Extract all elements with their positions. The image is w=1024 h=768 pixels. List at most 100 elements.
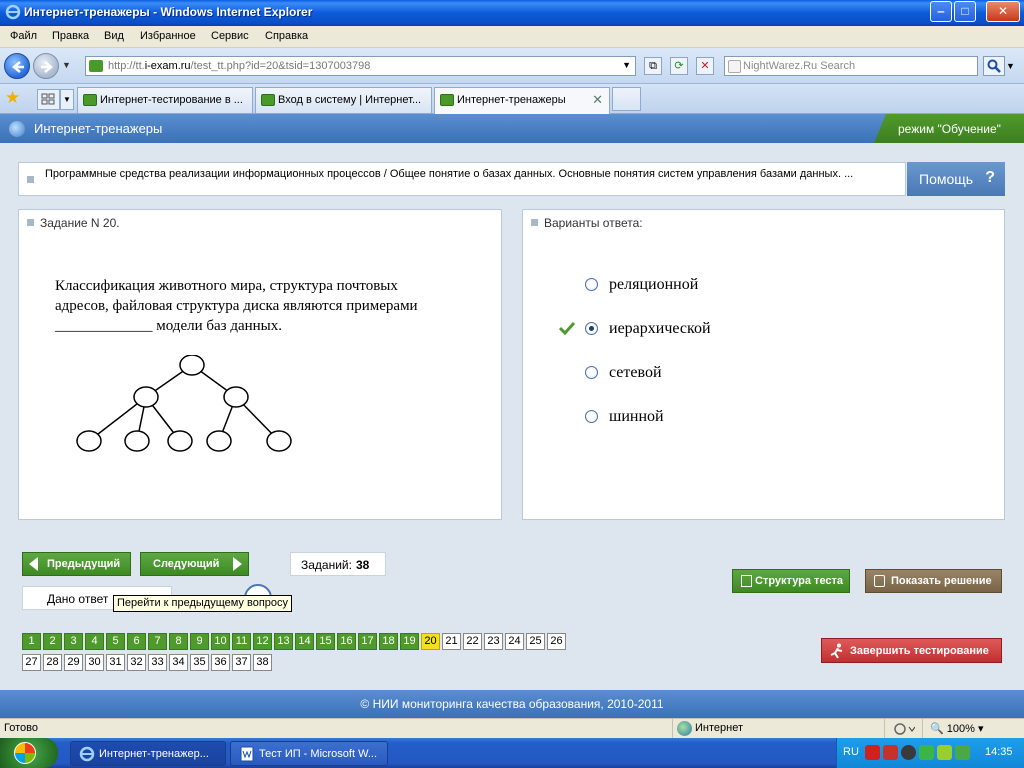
search-input[interactable]: NightWarez.Ru Search	[724, 56, 978, 76]
question-number-6[interactable]: 6	[127, 633, 146, 650]
previous-button[interactable]: Предыдущий	[22, 552, 131, 576]
question-number-30[interactable]: 30	[85, 654, 104, 671]
security-zone[interactable]: Интернет	[672, 719, 882, 739]
menu-view[interactable]: Вид	[104, 30, 124, 42]
question-number-26[interactable]: 26	[547, 633, 566, 650]
radio-button[interactable]	[585, 410, 598, 423]
question-number-36[interactable]: 36	[211, 654, 230, 671]
question-number-32[interactable]: 32	[127, 654, 146, 671]
question-number-5[interactable]: 5	[106, 633, 125, 650]
tab-internet-trainers[interactable]: Интернет-тренажеры ✕	[434, 87, 610, 114]
question-number-27[interactable]: 27	[22, 654, 41, 671]
tab-label: Интернет-тестирование в ...	[100, 94, 243, 106]
question-number-15[interactable]: 15	[316, 633, 335, 650]
question-number-38[interactable]: 38	[253, 654, 272, 671]
close-tab-icon[interactable]: ✕	[592, 92, 603, 108]
close-window-button[interactable]: ✕	[986, 1, 1020, 22]
question-number-4[interactable]: 4	[85, 633, 104, 650]
antivirus-icon[interactable]	[865, 745, 880, 760]
question-number-37[interactable]: 37	[232, 654, 251, 671]
question-number-19[interactable]: 19	[400, 633, 419, 650]
tab-label: Вход в систему | Интернет...	[278, 94, 422, 106]
forward-button[interactable]	[33, 53, 59, 79]
network-icon[interactable]	[955, 745, 970, 760]
next-button[interactable]: Следующий	[140, 552, 249, 576]
favorites-star-icon[interactable]: ★	[5, 88, 20, 108]
show-solution-button[interactable]: Показать решение	[865, 569, 1002, 593]
question-number-25[interactable]: 25	[526, 633, 545, 650]
question-number-3[interactable]: 3	[64, 633, 83, 650]
question-number-21[interactable]: 21	[442, 633, 461, 650]
question-number-2[interactable]: 2	[43, 633, 62, 650]
security-app-icon[interactable]	[883, 745, 898, 760]
tooltip: Перейти к предыдущему вопросу	[113, 595, 293, 612]
finish-testing-button[interactable]: Завершить тестирование	[821, 638, 1002, 663]
divider	[884, 719, 885, 739]
sync-icon[interactable]	[937, 745, 952, 760]
menu-file[interactable]: Файл	[10, 30, 37, 42]
back-button[interactable]	[4, 53, 30, 79]
compatibility-view-icon[interactable]: ⧉	[644, 57, 662, 75]
page-content: Интернет-тренажеры режим "Обучение" Прог…	[0, 114, 1024, 718]
tab-internet-testing[interactable]: Интернет-тестирование в ...	[77, 87, 253, 113]
question-number-9[interactable]: 9	[190, 633, 209, 650]
question-number-22[interactable]: 22	[463, 633, 482, 650]
zoom-level[interactable]: 🔍 100% ▾	[930, 722, 983, 735]
test-structure-button[interactable]: Структура теста	[732, 569, 850, 593]
question-number-28[interactable]: 28	[43, 654, 62, 671]
status-bar: Готово Интернет 🔍 100% ▾	[0, 718, 1024, 739]
protected-mode-icon[interactable]	[893, 722, 915, 736]
taskbar-item-ie[interactable]: Интернет-тренажер...	[70, 741, 226, 766]
menu-tools[interactable]: Сервис	[211, 30, 249, 42]
question-number-18[interactable]: 18	[379, 633, 398, 650]
question-number-31[interactable]: 31	[106, 654, 125, 671]
answers-heading-text: Варианты ответа:	[544, 216, 643, 230]
question-number-16[interactable]: 16	[337, 633, 356, 650]
question-number-34[interactable]: 34	[169, 654, 188, 671]
question-number-17[interactable]: 17	[358, 633, 377, 650]
search-options-dropdown[interactable]: ▼	[1006, 56, 1018, 76]
refresh-icon[interactable]: ⟳	[670, 57, 688, 75]
quick-tabs-button[interactable]	[37, 89, 60, 110]
question-number-13[interactable]: 13	[274, 633, 293, 650]
question-number-24[interactable]: 24	[505, 633, 524, 650]
radio-button-selected[interactable]	[585, 322, 598, 335]
menu-edit[interactable]: Правка	[52, 30, 89, 42]
start-button[interactable]	[0, 738, 58, 768]
question-number-10[interactable]: 10	[211, 633, 230, 650]
stop-icon[interactable]: ✕	[696, 57, 714, 75]
maximize-button[interactable]: □	[954, 1, 976, 22]
taskbar-item-word[interactable]: Тест ИП - Microsoft W...	[230, 741, 388, 766]
question-number-33[interactable]: 33	[148, 654, 167, 671]
language-indicator[interactable]: RU	[843, 746, 859, 758]
radio-button[interactable]	[585, 366, 598, 379]
question-number-20[interactable]: 20	[421, 633, 440, 650]
zone-label: Интернет	[695, 722, 743, 734]
recent-pages-dropdown[interactable]: ▼	[62, 60, 71, 70]
question-number-12[interactable]: 12	[253, 633, 272, 650]
question-number-8[interactable]: 8	[169, 633, 188, 650]
tab-login[interactable]: Вход в систему | Интернет...	[255, 87, 432, 113]
tab-list-dropdown[interactable]: ▼	[60, 89, 74, 110]
tab-favicon	[261, 94, 275, 106]
question-number-29[interactable]: 29	[64, 654, 83, 671]
menu-favorites[interactable]: Избранное	[140, 30, 196, 42]
address-bar[interactable]: http://tt.i-exam.ru/test_tt.php?id=20&ts…	[85, 56, 636, 76]
address-dropdown-icon[interactable]: ▼	[622, 60, 631, 70]
menu-help[interactable]: Справка	[265, 30, 308, 42]
update-icon[interactable]	[919, 745, 934, 760]
radio-button[interactable]	[585, 278, 598, 291]
question-number-7[interactable]: 7	[148, 633, 167, 650]
question-number-23[interactable]: 23	[484, 633, 503, 650]
minimize-button[interactable]: ‒	[930, 1, 952, 22]
question-number-35[interactable]: 35	[190, 654, 209, 671]
url-text: http://tt.i-exam.ru/test_tt.php?id=20&ts…	[108, 60, 371, 72]
question-number-11[interactable]: 11	[232, 633, 251, 650]
new-tab-button[interactable]	[612, 87, 641, 111]
search-button[interactable]	[983, 56, 1005, 76]
question-number-14[interactable]: 14	[295, 633, 314, 650]
question-number-1[interactable]: 1	[22, 633, 41, 650]
help-button[interactable]: Помощь ?	[907, 162, 1005, 196]
window-title-bar[interactable]: Интернет-тренажеры - Windows Internet Ex…	[0, 0, 1024, 26]
shield-icon[interactable]	[901, 745, 916, 760]
